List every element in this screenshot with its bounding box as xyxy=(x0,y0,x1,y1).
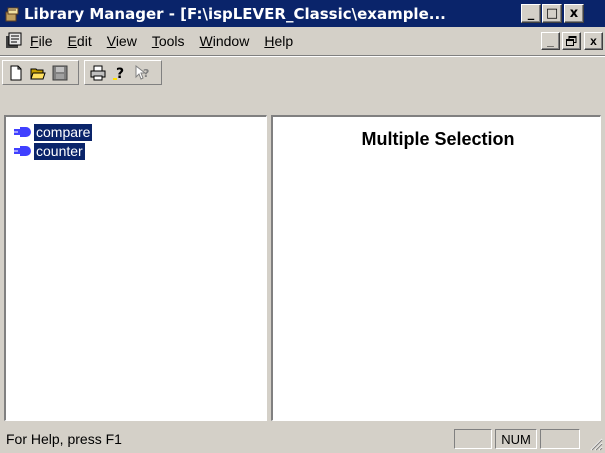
minimize-button[interactable]: _ xyxy=(521,4,541,23)
svg-text:?: ? xyxy=(116,66,124,81)
tree-item-label: compare xyxy=(34,123,93,141)
save-icon[interactable] xyxy=(49,62,71,83)
status-num-indicator: NUM xyxy=(495,429,537,449)
close-button[interactable]: x xyxy=(564,4,584,23)
document-close-button[interactable]: x xyxy=(584,32,603,50)
menu-view[interactable]: View xyxy=(107,31,137,51)
status-help-text: For Help, press F1 xyxy=(6,431,122,447)
toolbar-print-help-group: ? ? xyxy=(84,60,162,85)
menu-edit[interactable]: Edit xyxy=(68,31,92,51)
tree-item-counter[interactable]: counter xyxy=(14,142,85,160)
library-tree-pane[interactable]: compare counter xyxy=(4,115,267,421)
resize-grip-icon[interactable] xyxy=(589,437,603,451)
help-icon[interactable]: ? xyxy=(109,62,131,83)
module-icon xyxy=(14,126,34,138)
svg-text:?: ? xyxy=(143,67,149,80)
menu-file[interactable]: File xyxy=(30,31,53,51)
menu-bar: File Edit View Tools Window Help _ x xyxy=(0,27,605,55)
status-panel-caps xyxy=(454,429,492,449)
menu-tools[interactable]: Tools xyxy=(152,31,185,51)
window-title: Library Manager - [F:\ispLEVER_Classic\e… xyxy=(24,4,446,23)
status-bar: For Help, press F1 NUM xyxy=(0,426,605,453)
open-icon[interactable] xyxy=(27,62,49,83)
detail-title: Multiple Selection xyxy=(361,129,515,149)
toolbar-file-group xyxy=(2,60,79,85)
document-restore-button[interactable] xyxy=(562,32,581,50)
library-manager-app-icon[interactable] xyxy=(4,6,20,22)
print-icon[interactable] xyxy=(87,62,109,83)
title-bar[interactable]: Library Manager - [F:\ispLEVER_Classic\e… xyxy=(0,0,605,27)
context-help-icon[interactable]: ? xyxy=(131,62,153,83)
status-panel-scroll xyxy=(540,429,580,449)
tree-item-label: counter xyxy=(34,142,85,160)
toolbar: ? ? xyxy=(0,55,605,86)
maximize-button[interactable]: □ xyxy=(542,4,562,23)
detail-pane: Multiple Selection xyxy=(271,115,601,421)
document-system-menu-icon[interactable] xyxy=(4,32,24,50)
menu-window[interactable]: Window xyxy=(200,31,250,51)
document-minimize-button[interactable]: _ xyxy=(541,32,560,50)
tree-item-compare[interactable]: compare xyxy=(14,123,93,141)
module-icon xyxy=(14,145,34,157)
menu-help[interactable]: Help xyxy=(264,31,293,51)
new-icon[interactable] xyxy=(5,62,27,83)
